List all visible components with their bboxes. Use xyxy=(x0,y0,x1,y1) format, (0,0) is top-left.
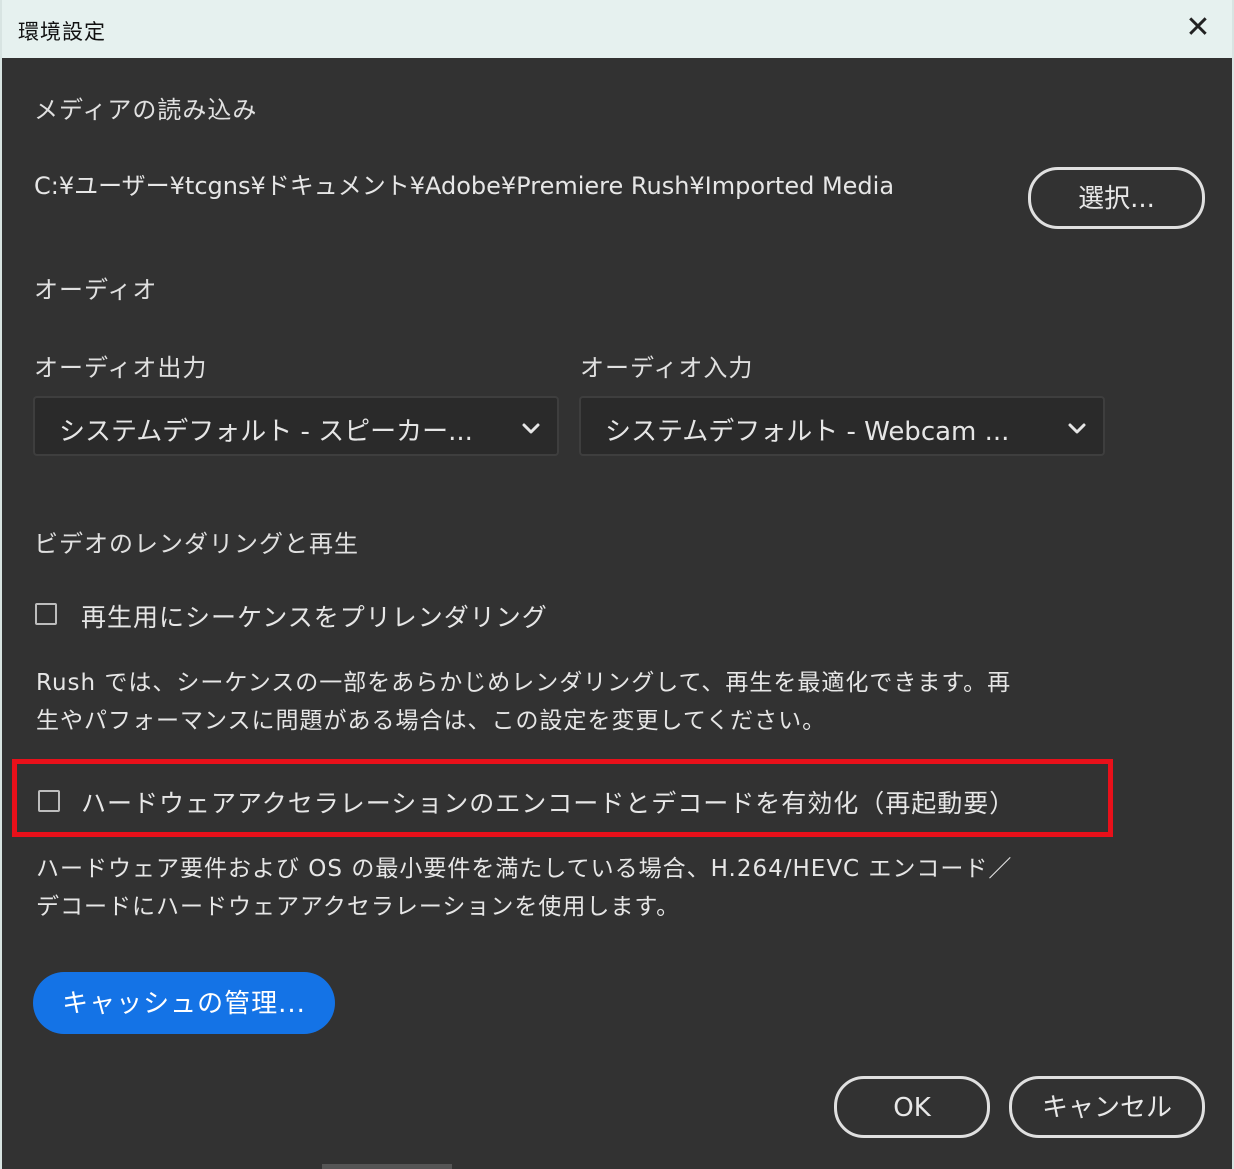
prerender-desc-line2: 生やパフォーマンスに問題がある場合は、この設定を変更してください。 xyxy=(36,708,827,734)
audio-input-value: システムデフォルト - Webcam ... xyxy=(605,417,1010,447)
hardware-acceleration-checkbox[interactable] xyxy=(38,790,60,812)
audio-output-value: システムデフォルト - スピーカー... xyxy=(59,417,473,447)
hwaccel-desc-line1: ハードウェア要件および OS の最小要件を満たしている場合、H.264/HEVC… xyxy=(36,856,1013,882)
video-heading: ビデオのレンダリングと再生 xyxy=(34,530,359,558)
audio-input-label: オーディオ入力 xyxy=(580,354,754,382)
prerender-label[interactable]: 再生用にシーケンスをプリレンダリング xyxy=(81,598,548,634)
prerender-description: Rush では、シーケンスの一部をあらかじめレンダリングして、再生を最適化できま… xyxy=(36,664,1011,740)
close-icon[interactable]: ✕ xyxy=(1178,8,1218,48)
prerender-desc-line1: Rush では、シーケンスの一部をあらかじめレンダリングして、再生を最適化できま… xyxy=(36,670,1012,696)
prerender-checkbox[interactable] xyxy=(35,603,57,625)
hardware-acceleration-description: ハードウェア要件および OS の最小要件を満たしている場合、H.264/HEVC… xyxy=(36,850,1012,926)
audio-heading: オーディオ xyxy=(34,276,158,304)
cancel-button[interactable]: キャンセル xyxy=(1009,1076,1205,1138)
media-import-heading: メディアの読み込み xyxy=(34,96,258,124)
choose-folder-button[interactable]: 選択... xyxy=(1028,167,1205,229)
hardware-acceleration-label[interactable]: ハードウェアアクセラレーションのエンコードとデコードを有効化（再起動要） xyxy=(81,784,1015,820)
manage-cache-button[interactable]: キャッシュの管理... xyxy=(33,972,335,1034)
audio-input-dropdown[interactable]: システムデフォルト - Webcam ... xyxy=(579,396,1105,456)
chevron-down-icon xyxy=(1068,423,1086,434)
chevron-down-icon xyxy=(522,423,540,434)
media-path: C:¥ユーザー¥tcgns¥ドキュメント¥Adobe¥Premiere Rush… xyxy=(34,172,895,200)
preferences-dialog: 環境設定 ✕ メディアの読み込み C:¥ユーザー¥tcgns¥ドキュメント¥Ad… xyxy=(0,0,1234,1169)
audio-output-label: オーディオ出力 xyxy=(34,354,208,382)
title-bar: 環境設定 ✕ xyxy=(2,0,1232,58)
audio-output-dropdown[interactable]: システムデフォルト - スピーカー... xyxy=(33,396,559,456)
taskbar-edge xyxy=(322,1164,452,1169)
hwaccel-desc-line2: デコードにハードウェアアクセラレーションを使用します。 xyxy=(36,894,681,920)
window-title: 環境設定 xyxy=(18,20,106,44)
ok-button[interactable]: OK xyxy=(834,1076,990,1138)
